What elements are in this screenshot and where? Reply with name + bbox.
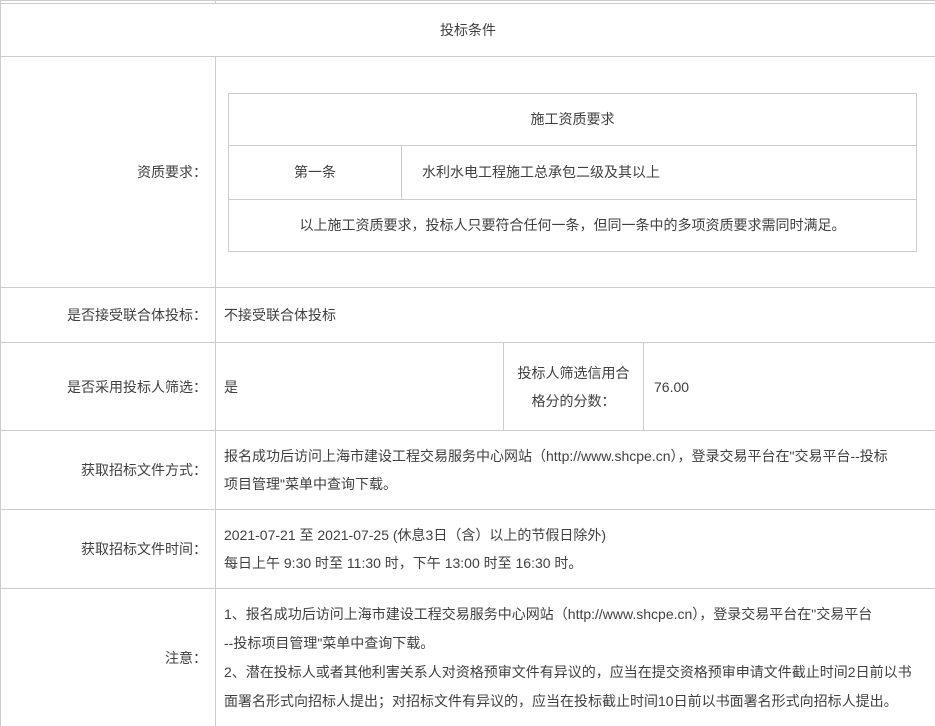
screening-score-value: 76.00 — [644, 343, 935, 431]
qualification-content-cell: 施工资质要求 第一条 水利水电工程施工总承包二级及其以上 以上施工资质要求，投标… — [216, 57, 935, 288]
qualification-note-row: 以上施工资质要求，投标人只要符合任何一条，但同一条中的多项资质要求需同时满足。 — [229, 199, 917, 251]
notice-line4: 面署名形式向招标人提出；对招标文件有异议的，应当在投标截止时间10日前以书面署名… — [224, 687, 927, 716]
section-header-row: 投标条件 — [1, 4, 935, 57]
construction-qualification-table: 施工资质要求 第一条 水利水电工程施工总承包二级及其以上 以上施工资质要求，投标… — [228, 93, 917, 252]
doc-time-label: 获取招标文件时间： — [1, 510, 216, 589]
qualification-item-number: 第一条 — [229, 145, 402, 199]
qualification-item-value: 水利水电工程施工总承包二级及其以上 — [402, 145, 917, 199]
consortium-value: 不接受联合体投标 — [216, 288, 935, 343]
doc-method-value: 报名成功后访问上海市建设工程交易服务中心网站（http://www.shcpe.… — [216, 431, 935, 510]
notice-row: 注意： 1、报名成功后访问上海市建设工程交易服务中心网站（http://www.… — [1, 589, 935, 726]
doc-method-label: 获取招标文件方式： — [1, 431, 216, 510]
notice-line1: 1、报名成功后访问上海市建设工程交易服务中心网站（http://www.shcp… — [224, 600, 927, 629]
qualification-row: 资质要求： 施工资质要求 第一条 水利水电工程施工总承包二级及其以上 — [1, 57, 935, 288]
screening-score-label: 投标人筛选信用合 格分的分数： — [504, 343, 644, 431]
doc-time-value: 2021-07-21 至 2021-07-25 (休息3日（含）以上的节假日除外… — [216, 510, 935, 589]
doc-time-line2: 每日上午 9:30 时至 11:30 时，下午 13:00 时至 16:30 时… — [224, 549, 927, 577]
consortium-label: 是否接受联合体投标： — [1, 288, 216, 343]
section-title: 投标条件 — [1, 4, 935, 57]
doc-time-row: 获取招标文件时间： 2021-07-21 至 2021-07-25 (休息3日（… — [1, 510, 935, 589]
bid-conditions-table: 投标条件 资质要求： 施工资质要求 第一条 水利水电工程施工总承包二级及其以上 — [0, 0, 935, 726]
doc-method-line2: 项目管理"菜单中查询下载。 — [224, 470, 927, 498]
notice-value: 1、报名成功后访问上海市建设工程交易服务中心网站（http://www.shcp… — [216, 589, 935, 726]
doc-method-line1: 报名成功后访问上海市建设工程交易服务中心网站（http://www.shcpe.… — [224, 442, 927, 470]
consortium-row: 是否接受联合体投标： 不接受联合体投标 — [1, 288, 935, 343]
screening-score-label-line1: 投标人筛选信用合 — [516, 359, 631, 387]
construction-qualification-header-row: 施工资质要求 — [229, 93, 917, 145]
screening-score-label-line2: 格分的分数： — [516, 387, 631, 415]
screening-value: 是 — [216, 343, 504, 431]
construction-qualification-header: 施工资质要求 — [229, 93, 917, 145]
notice-line2: --投标项目管理"菜单中查询下载。 — [224, 629, 927, 658]
qualification-label: 资质要求： — [1, 57, 216, 288]
screening-row: 是否采用投标人筛选： 是 投标人筛选信用合 格分的分数： 76.00 — [1, 343, 935, 431]
doc-time-line1: 2021-07-21 至 2021-07-25 (休息3日（含）以上的节假日除外… — [224, 521, 927, 549]
notice-line3: 2、潜在投标人或者其他利害关系人对资格预审文件有异议的，应当在提交资格预审申请文… — [224, 658, 927, 687]
screening-label: 是否采用投标人筛选： — [1, 343, 216, 431]
notice-label: 注意： — [1, 589, 216, 726]
doc-method-row: 获取招标文件方式： 报名成功后访问上海市建设工程交易服务中心网站（http://… — [1, 431, 935, 510]
qualification-item-row: 第一条 水利水电工程施工总承包二级及其以上 — [229, 145, 917, 199]
qualification-note: 以上施工资质要求，投标人只要符合任何一条，但同一条中的多项资质要求需同时满足。 — [229, 199, 917, 251]
